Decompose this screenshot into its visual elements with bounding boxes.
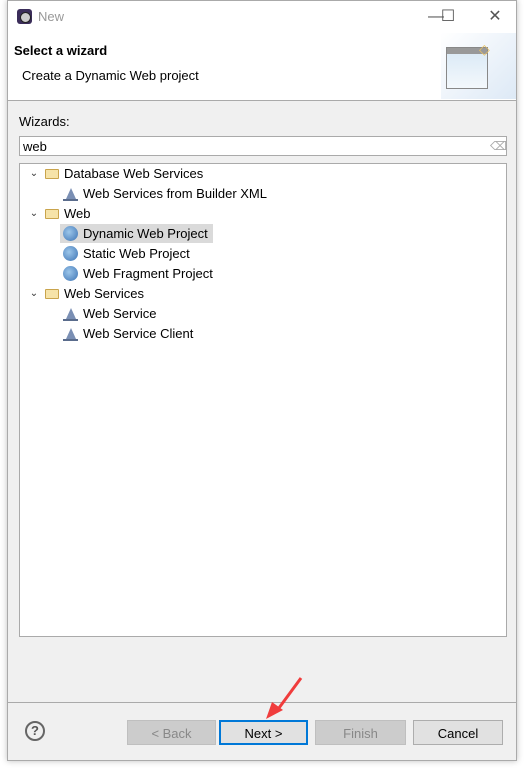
annotation-arrow (266, 677, 303, 719)
